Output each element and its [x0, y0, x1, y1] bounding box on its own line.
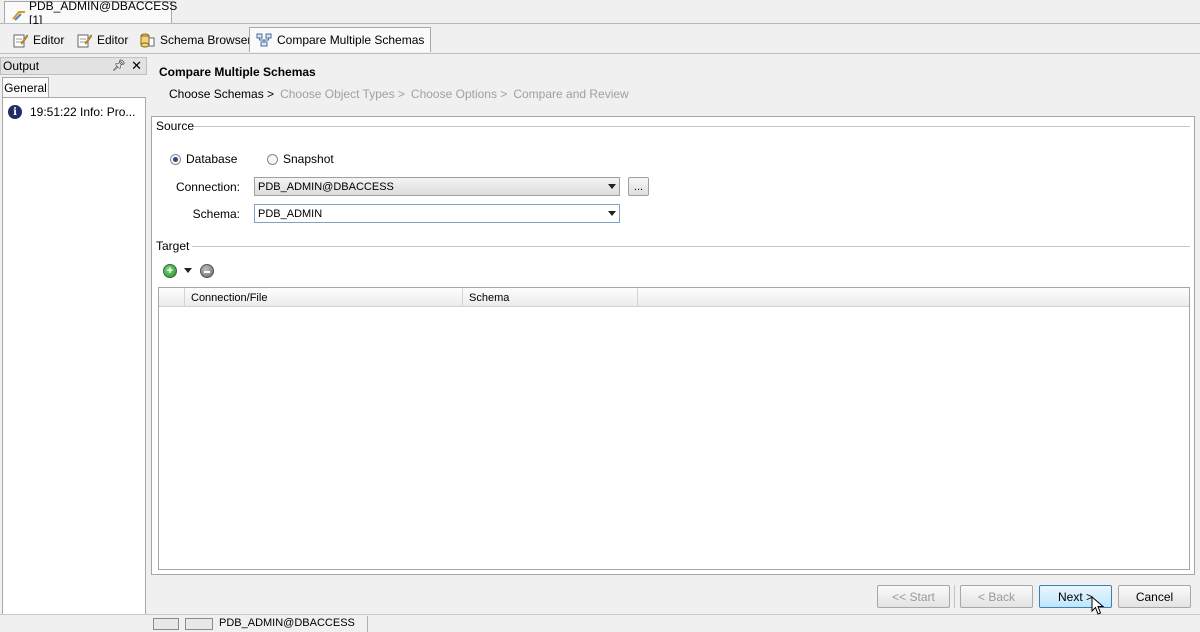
- log-entry-text: 19:51:22 Info: Pro...: [30, 105, 136, 119]
- connection-tab[interactable]: PDB_ADMIN@DBACCESS [1]: [4, 0, 177, 27]
- tab-general[interactable]: General: [2, 77, 49, 98]
- add-target-icon[interactable]: +: [163, 264, 177, 278]
- step-choose-options: Choose Options >: [410, 87, 508, 101]
- keyboard-icon: [153, 618, 179, 630]
- tab-general-label: General: [4, 81, 47, 95]
- wizard-steps: Choose Schemas > Choose Object Types > C…: [169, 87, 629, 101]
- output-log[interactable]: [2, 97, 146, 625]
- tab-compare-multiple-schemas-label: Compare Multiple Schemas: [277, 33, 425, 47]
- column-connection-file[interactable]: Connection/File: [185, 288, 463, 307]
- radio-database[interactable]: Database: [170, 152, 237, 166]
- document-tabs: Editor Editor Schema Browser Compare Mul…: [0, 24, 1200, 54]
- connection-icon: [11, 7, 25, 21]
- chevron-down-icon: [608, 211, 616, 216]
- target-section-label: Target: [156, 239, 190, 253]
- row-selector-header: [159, 288, 185, 307]
- source-divider: [194, 126, 1190, 127]
- connection-tab-bar: PDB_ADMIN@DBACCESS [1]: [0, 0, 1200, 27]
- close-icon[interactable]: ✕: [131, 58, 142, 74]
- output-panel-title: Output: [3, 59, 40, 73]
- radio-database-circle: [170, 153, 181, 165]
- connection-label: Connection:: [175, 180, 240, 194]
- browse-connection-button[interactable]: ...: [628, 177, 649, 196]
- cancel-button[interactable]: Cancel: [1118, 585, 1191, 608]
- radio-database-label: Database: [186, 152, 238, 166]
- tab-schema-browser-label: Schema Browser: [160, 32, 252, 47]
- schema-browser-icon: [139, 32, 155, 48]
- back-button[interactable]: < Back: [960, 585, 1033, 608]
- tab-schema-browser[interactable]: Schema Browser: [133, 27, 257, 52]
- wizard-title: Compare Multiple Schemas: [159, 65, 316, 79]
- pin-icon[interactable]: 📌︎: [112, 59, 126, 72]
- tab-editor-2-label: Editor: [97, 32, 129, 47]
- status-divider: [367, 616, 368, 632]
- chevron-down-icon: [608, 184, 616, 189]
- add-target-dropdown-icon[interactable]: [184, 268, 192, 273]
- log-entry[interactable]: i 19:51:22 Info: Pro...: [8, 105, 135, 119]
- target-divider: [192, 246, 1190, 247]
- target-table[interactable]: Connection/File Schema: [158, 287, 1190, 570]
- connection-select[interactable]: PDB_ADMIN@DBACCESS: [254, 177, 620, 196]
- radio-snapshot-circle: [267, 153, 278, 165]
- connection-select-value: PDB_ADMIN@DBACCESS: [258, 180, 394, 193]
- radio-snapshot-label: Snapshot: [283, 152, 334, 166]
- schema-select[interactable]: PDB_ADMIN: [254, 204, 620, 223]
- step-choose-schemas: Choose Schemas >: [169, 87, 275, 101]
- column-schema[interactable]: Schema: [463, 288, 638, 307]
- status-connection: PDB_ADMIN@DBACCESS: [219, 617, 355, 629]
- remove-target-icon[interactable]: [200, 264, 214, 278]
- button-separator: [954, 585, 955, 608]
- connection-status-icon: [185, 618, 213, 630]
- schema-select-value: PDB_ADMIN: [258, 207, 323, 220]
- target-table-header: Connection/File Schema: [159, 288, 1189, 307]
- tab-editor-2[interactable]: Editor: [70, 27, 134, 52]
- connection-tab-label: PDB_ADMIN@DBACCESS [1]: [29, 0, 178, 27]
- step-compare-and-review: Compare and Review: [513, 87, 629, 101]
- status-bar: PDB_ADMIN@DBACCESS: [0, 614, 1200, 632]
- info-icon: i: [8, 105, 22, 119]
- step-choose-object-types: Choose Object Types >: [280, 87, 405, 101]
- start-button[interactable]: << Start: [877, 585, 950, 608]
- radio-snapshot[interactable]: Snapshot: [267, 152, 334, 166]
- schema-label: Schema:: [192, 207, 240, 221]
- output-panel-header: Output 📌︎ ✕: [0, 57, 147, 75]
- source-section-label: Source: [156, 119, 195, 133]
- tab-compare-multiple-schemas[interactable]: Compare Multiple Schemas: [249, 27, 432, 52]
- tab-editor-1-label: Editor: [33, 32, 65, 47]
- tab-editor-1[interactable]: Editor: [6, 27, 70, 52]
- editor-icon: [12, 32, 28, 48]
- mouse-cursor-icon: [1091, 595, 1105, 616]
- editor-icon: [76, 32, 92, 48]
- compare-schemas-icon: [256, 32, 272, 48]
